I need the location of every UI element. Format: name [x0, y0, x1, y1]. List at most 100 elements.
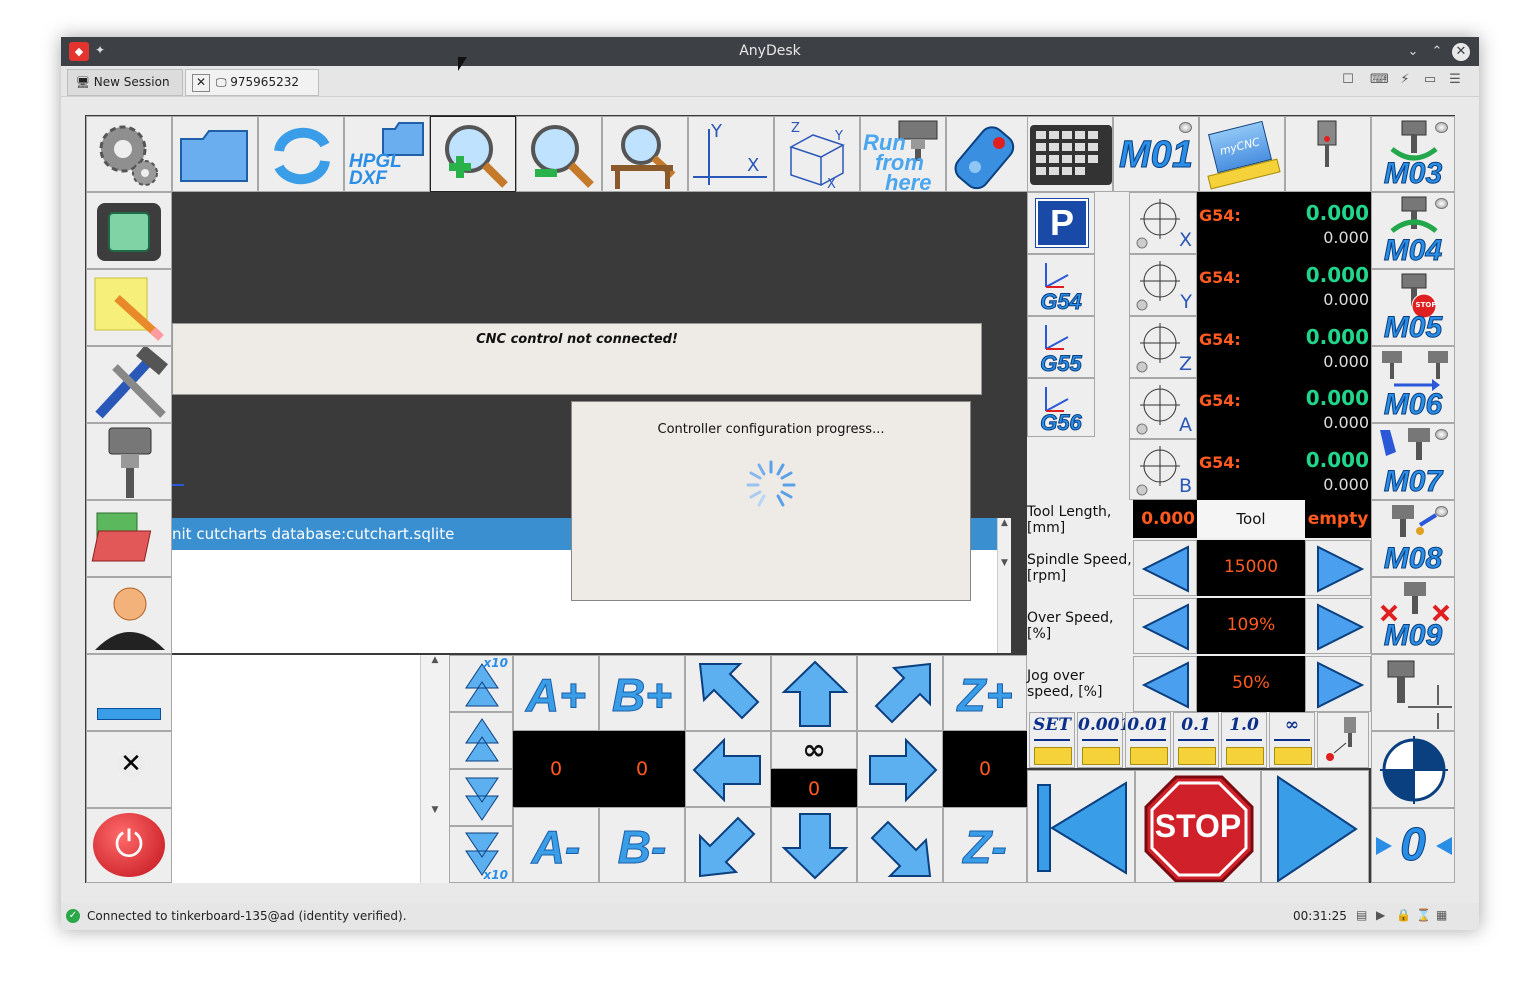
- over-speed-decrease-button[interactable]: [1133, 598, 1197, 654]
- maximize-icon[interactable]: ⌃: [1428, 43, 1446, 61]
- rate-001-button[interactable]: 0.01: [1125, 712, 1171, 768]
- m07-button[interactable]: M07: [1371, 423, 1455, 500]
- hourglass-icon[interactable]: ⌛: [1416, 908, 1431, 922]
- jog-x-minus-button[interactable]: [685, 731, 771, 807]
- view-xy-button[interactable]: Y X: [688, 116, 774, 192]
- spindle-button[interactable]: [86, 423, 172, 500]
- rate-01-button[interactable]: 0.1: [1173, 712, 1219, 768]
- list-scrollbar[interactable]: ▲ ▼: [420, 655, 449, 883]
- chat-icon[interactable]: ☐: [1340, 72, 1356, 88]
- ruler-icon: [1226, 747, 1264, 765]
- power-button[interactable]: ⏻: [86, 808, 172, 883]
- jog-x-plus-y-plus-button[interactable]: [857, 655, 943, 731]
- home-button[interactable]: [1371, 731, 1455, 808]
- tools-button[interactable]: [86, 346, 172, 423]
- minimize-icon[interactable]: ⌄: [1404, 43, 1422, 61]
- menu-icon[interactable]: ☰: [1447, 72, 1463, 88]
- jog-speed-decrease-button[interactable]: [1133, 656, 1197, 712]
- run-from-here-button[interactable]: Run from here: [860, 116, 946, 192]
- g55-button[interactable]: G55: [1027, 316, 1095, 378]
- jog-b-plus-button[interactable]: B+: [599, 655, 685, 731]
- dro-row-x: G54: 0.000 0.000: [1197, 192, 1371, 254]
- jog-x-minus-y-minus-button[interactable]: [685, 807, 771, 883]
- m08-button[interactable]: M08: [1371, 500, 1455, 577]
- tab-remote-session[interactable]: ✕ 🖵 975965232: [185, 69, 319, 96]
- close-icon[interactable]: ✕: [1452, 43, 1470, 61]
- dro-work-value: 0.000: [1305, 201, 1369, 225]
- library-button[interactable]: [86, 500, 172, 577]
- file-transfer-icon[interactable]: ▤: [1356, 908, 1367, 922]
- park-button[interactable]: P: [1027, 192, 1095, 254]
- jog-up-button[interactable]: [449, 712, 513, 769]
- dialog-message: Controller configuration progress...: [657, 422, 885, 437]
- g54-button[interactable]: G54: [1027, 254, 1095, 316]
- zoom-in-button[interactable]: [430, 116, 516, 192]
- jog-down-button[interactable]: [449, 769, 513, 826]
- m04-button[interactable]: M04: [1371, 192, 1455, 269]
- g56-button[interactable]: G56: [1027, 378, 1095, 437]
- probe-button[interactable]: [1285, 116, 1371, 192]
- jog-z-minus-button[interactable]: Z-: [943, 807, 1027, 883]
- clipboard-icon[interactable]: ▦: [1436, 908, 1447, 922]
- m09-button[interactable]: M09: [1371, 577, 1455, 654]
- reload-button[interactable]: [258, 116, 344, 192]
- m01-button[interactable]: M01: [1113, 116, 1199, 192]
- jog-y-plus-button[interactable]: [771, 655, 857, 731]
- jog-a-plus-button[interactable]: A+: [513, 655, 599, 731]
- settings-button[interactable]: [86, 116, 172, 192]
- controller-button[interactable]: [86, 192, 172, 269]
- rate-10-button[interactable]: 1.0: [1221, 712, 1267, 768]
- m05-button[interactable]: STOP M05: [1371, 269, 1455, 346]
- jog-step-toggle[interactable]: ∞: [771, 731, 857, 769]
- user-button[interactable]: [86, 577, 172, 654]
- m03-button[interactable]: M03: [1371, 116, 1455, 192]
- zero-z-button[interactable]: Z: [1129, 316, 1197, 378]
- jog-b-minus-button[interactable]: B-: [599, 807, 685, 883]
- jog-down-x10-button[interactable]: x10: [449, 826, 513, 883]
- close-tab-icon[interactable]: ✕: [192, 74, 210, 92]
- probe-tool-button[interactable]: [1317, 712, 1369, 768]
- notes-button[interactable]: [86, 269, 172, 346]
- jog-up-x10-button[interactable]: x10: [449, 655, 513, 712]
- lock-icon[interactable]: 🔒: [1396, 908, 1411, 922]
- jog-y-minus-button[interactable]: [771, 807, 857, 883]
- close-app-button[interactable]: ✕: [86, 731, 172, 808]
- zero-a-button[interactable]: A: [1129, 378, 1197, 439]
- zero-button[interactable]: 0: [1371, 808, 1455, 883]
- rate-continuous-button[interactable]: ∞: [1269, 712, 1315, 768]
- zero-y-button[interactable]: Y: [1129, 254, 1197, 316]
- display-icon[interactable]: ▭: [1422, 72, 1438, 88]
- jog-speed-increase-button[interactable]: [1305, 656, 1371, 712]
- zoom-out-button[interactable]: [516, 116, 602, 192]
- m06-button[interactable]: M06: [1371, 346, 1455, 423]
- over-speed-increase-button[interactable]: [1305, 598, 1371, 654]
- mycnc-button[interactable]: myCNC: [1199, 116, 1285, 192]
- spindle-increase-button[interactable]: [1305, 540, 1371, 596]
- pendant-button[interactable]: [946, 116, 1032, 192]
- view-3d-button[interactable]: Z Y X: [774, 116, 860, 192]
- record-icon[interactable]: ▶: [1376, 908, 1385, 922]
- stop-button[interactable]: STOP: [1135, 770, 1261, 883]
- spindle-decrease-button[interactable]: [1133, 540, 1197, 596]
- open-file-button[interactable]: [172, 116, 258, 192]
- jog-z-plus-button[interactable]: Z+: [943, 655, 1027, 731]
- import-hpgl-dxf-button[interactable]: HPGL DXF: [344, 116, 430, 192]
- tool-measure-button[interactable]: [1371, 654, 1455, 731]
- minimize-app-button[interactable]: [86, 654, 172, 731]
- rewind-button[interactable]: [1027, 770, 1135, 883]
- jog-x-plus-button[interactable]: [857, 731, 943, 807]
- jog-x-plus-y-minus-button[interactable]: [857, 807, 943, 883]
- jog-x-minus-y-plus-button[interactable]: [685, 655, 771, 731]
- rate-0001-button[interactable]: 0.001: [1077, 712, 1131, 768]
- jog-a-minus-button[interactable]: A-: [513, 807, 599, 883]
- zoom-table-button[interactable]: [602, 116, 688, 192]
- start-button[interactable]: [1261, 770, 1369, 883]
- tab-new-session[interactable]: 🖥 New Session: [67, 69, 183, 96]
- actions-icon[interactable]: ⚡: [1397, 72, 1413, 88]
- zero-x-button[interactable]: X: [1129, 192, 1197, 254]
- rate-set-button[interactable]: SET: [1029, 712, 1075, 768]
- keyboard-button[interactable]: [1027, 116, 1113, 192]
- zero-b-button[interactable]: B: [1129, 439, 1197, 500]
- keyboard-icon[interactable]: ⌨: [1370, 72, 1389, 88]
- log-scrollbar[interactable]: ▲ ▼: [997, 518, 1011, 653]
